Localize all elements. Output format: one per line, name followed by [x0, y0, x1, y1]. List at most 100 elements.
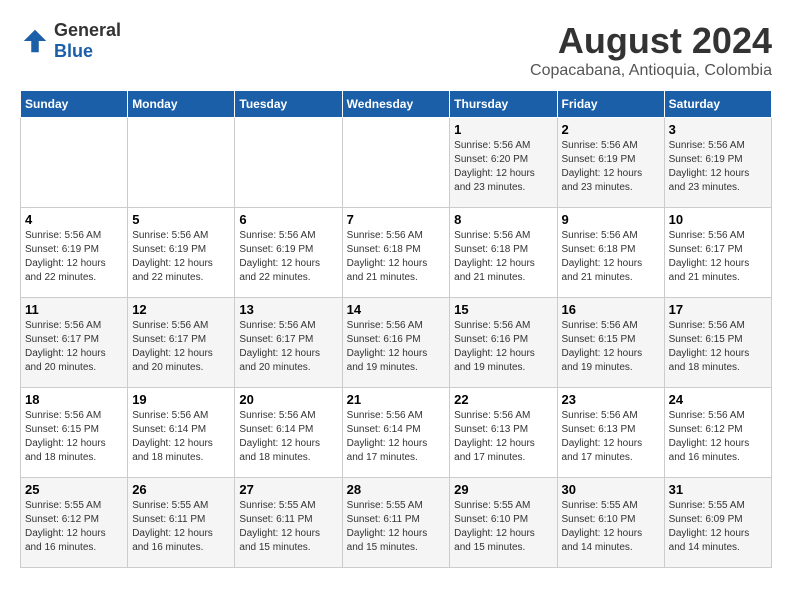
- day-number: 12: [132, 302, 230, 317]
- day-info: Sunrise: 5:56 AM Sunset: 6:18 PM Dayligh…: [347, 229, 446, 285]
- day-number: 2: [562, 122, 660, 137]
- day-info: Sunrise: 5:56 AM Sunset: 6:17 PM Dayligh…: [239, 319, 337, 375]
- calendar-cell: 1 Sunrise: 5:56 AM Sunset: 6:20 PM Daylig…: [450, 118, 557, 208]
- calendar-cell: 21 Sunrise: 5:56 AM Sunset: 6:14 PM Dayli…: [342, 388, 450, 478]
- day-header-thursday: Thursday: [450, 91, 557, 118]
- calendar-cell: 9Sunrise: 5:56 AM Sunset: 6:18 PM Daylig…: [557, 208, 664, 298]
- day-info: Sunrise: 5:56 AM Sunset: 6:14 PM Dayligh…: [132, 409, 230, 465]
- header-row: SundayMondayTuesdayWednesdayThursdayFrid…: [21, 91, 772, 118]
- calendar-cell: 30 Sunrise: 5:55 AM Sunset: 6:10 PM Dayli…: [557, 478, 664, 568]
- day-header-monday: Monday: [128, 91, 235, 118]
- week-row: 1 Sunrise: 5:56 AM Sunset: 6:20 PM Daylig…: [21, 118, 772, 208]
- day-number: 1: [454, 122, 552, 137]
- day-info: Sunrise: 5:55 AM Sunset: 6:11 PM Dayligh…: [239, 499, 337, 555]
- logo-icon: [20, 26, 50, 56]
- day-number: 30: [562, 482, 660, 497]
- calendar-cell: [235, 118, 342, 208]
- day-number: 4: [25, 212, 123, 227]
- header: General Blue August 2024 Copacabana, Ant…: [20, 20, 772, 80]
- calendar-cell: 16Sunrise: 5:56 AM Sunset: 6:15 PM Dayli…: [557, 298, 664, 388]
- calendar-cell: 7 Sunrise: 5:56 AM Sunset: 6:18 PM Daylig…: [342, 208, 450, 298]
- week-row: 4 Sunrise: 5:56 AM Sunset: 6:19 PM Daylig…: [21, 208, 772, 298]
- day-info: Sunrise: 5:55 AM Sunset: 6:10 PM Dayligh…: [562, 499, 660, 555]
- calendar-cell: 17 Sunrise: 5:56 AM Sunset: 6:15 PM Dayli…: [664, 298, 771, 388]
- calendar-cell: 3 Sunrise: 5:56 AM Sunset: 6:19 PM Daylig…: [664, 118, 771, 208]
- day-header-friday: Friday: [557, 91, 664, 118]
- day-number: 25: [25, 482, 123, 497]
- day-info: Sunrise: 5:55 AM Sunset: 6:09 PM Dayligh…: [669, 499, 767, 555]
- day-header-wednesday: Wednesday: [342, 91, 450, 118]
- calendar-cell: 8 Sunrise: 5:56 AM Sunset: 6:18 PM Daylig…: [450, 208, 557, 298]
- day-number: 24: [669, 392, 767, 407]
- day-info: Sunrise: 5:56 AM Sunset: 6:20 PM Dayligh…: [454, 139, 552, 195]
- day-info: Sunrise: 5:56 AM Sunset: 6:19 PM Dayligh…: [562, 139, 660, 195]
- calendar-header: SundayMondayTuesdayWednesdayThursdayFrid…: [21, 91, 772, 118]
- subtitle: Copacabana, Antioquia, Colombia: [530, 62, 772, 80]
- calendar-cell: 11 Sunrise: 5:56 AM Sunset: 6:17 PM Dayli…: [21, 298, 128, 388]
- day-info: Sunrise: 5:56 AM Sunset: 6:17 PM Dayligh…: [669, 229, 767, 285]
- day-info: Sunrise: 5:55 AM Sunset: 6:11 PM Dayligh…: [347, 499, 446, 555]
- day-number: 28: [347, 482, 446, 497]
- day-info: Sunrise: 5:56 AM Sunset: 6:15 PM Dayligh…: [562, 319, 660, 375]
- day-info: Sunrise: 5:56 AM Sunset: 6:18 PM Dayligh…: [562, 229, 660, 285]
- calendar-cell: 14 Sunrise: 5:56 AM Sunset: 6:16 PM Dayli…: [342, 298, 450, 388]
- calendar-cell: 2 Sunrise: 5:56 AM Sunset: 6:19 PM Daylig…: [557, 118, 664, 208]
- day-number: 19: [132, 392, 230, 407]
- calendar-cell: 19 Sunrise: 5:56 AM Sunset: 6:14 PM Dayli…: [128, 388, 235, 478]
- day-number: 27: [239, 482, 337, 497]
- main-title: August 2024: [530, 20, 772, 62]
- day-info: Sunrise: 5:56 AM Sunset: 6:19 PM Dayligh…: [669, 139, 767, 195]
- calendar-cell: [128, 118, 235, 208]
- calendar-cell: 6Sunrise: 5:56 AM Sunset: 6:19 PM Daylig…: [235, 208, 342, 298]
- day-info: Sunrise: 5:56 AM Sunset: 6:14 PM Dayligh…: [347, 409, 446, 465]
- day-number: 14: [347, 302, 446, 317]
- calendar-cell: 13 Sunrise: 5:56 AM Sunset: 6:17 PM Dayli…: [235, 298, 342, 388]
- day-header-saturday: Saturday: [664, 91, 771, 118]
- day-number: 10: [669, 212, 767, 227]
- day-info: Sunrise: 5:56 AM Sunset: 6:19 PM Dayligh…: [239, 229, 337, 285]
- calendar-cell: 27 Sunrise: 5:55 AM Sunset: 6:11 PM Dayli…: [235, 478, 342, 568]
- day-number: 15: [454, 302, 552, 317]
- day-number: 29: [454, 482, 552, 497]
- day-info: Sunrise: 5:55 AM Sunset: 6:12 PM Dayligh…: [25, 499, 123, 555]
- day-info: Sunrise: 5:56 AM Sunset: 6:18 PM Dayligh…: [454, 229, 552, 285]
- day-number: 11: [25, 302, 123, 317]
- day-info: Sunrise: 5:56 AM Sunset: 6:13 PM Dayligh…: [454, 409, 552, 465]
- day-number: 17: [669, 302, 767, 317]
- calendar-cell: 26Sunrise: 5:55 AM Sunset: 6:11 PM Dayli…: [128, 478, 235, 568]
- day-info: Sunrise: 5:56 AM Sunset: 6:17 PM Dayligh…: [132, 319, 230, 375]
- day-number: 18: [25, 392, 123, 407]
- calendar-cell: 24Sunrise: 5:56 AM Sunset: 6:12 PM Dayli…: [664, 388, 771, 478]
- logo-blue: Blue: [54, 41, 93, 61]
- day-number: 20: [239, 392, 337, 407]
- day-info: Sunrise: 5:56 AM Sunset: 6:19 PM Dayligh…: [25, 229, 123, 285]
- day-info: Sunrise: 5:56 AM Sunset: 6:15 PM Dayligh…: [25, 409, 123, 465]
- calendar-cell: 10 Sunrise: 5:56 AM Sunset: 6:17 PM Dayli…: [664, 208, 771, 298]
- calendar-cell: 31Sunrise: 5:55 AM Sunset: 6:09 PM Dayli…: [664, 478, 771, 568]
- day-number: 8: [454, 212, 552, 227]
- calendar-table: SundayMondayTuesdayWednesdayThursdayFrid…: [20, 90, 772, 568]
- logo: General Blue: [20, 20, 121, 62]
- day-header-tuesday: Tuesday: [235, 91, 342, 118]
- calendar-cell: 12 Sunrise: 5:56 AM Sunset: 6:17 PM Dayli…: [128, 298, 235, 388]
- calendar-cell: 20 Sunrise: 5:56 AM Sunset: 6:14 PM Dayli…: [235, 388, 342, 478]
- title-block: August 2024 Copacabana, Antioquia, Colom…: [530, 20, 772, 80]
- day-number: 5: [132, 212, 230, 227]
- day-info: Sunrise: 5:56 AM Sunset: 6:16 PM Dayligh…: [347, 319, 446, 375]
- day-info: Sunrise: 5:56 AM Sunset: 6:13 PM Dayligh…: [562, 409, 660, 465]
- calendar-cell: 23Sunrise: 5:56 AM Sunset: 6:13 PM Dayli…: [557, 388, 664, 478]
- day-number: 3: [669, 122, 767, 137]
- day-info: Sunrise: 5:56 AM Sunset: 6:14 PM Dayligh…: [239, 409, 337, 465]
- week-row: 25 Sunrise: 5:55 AM Sunset: 6:12 PM Dayli…: [21, 478, 772, 568]
- day-info: Sunrise: 5:56 AM Sunset: 6:15 PM Dayligh…: [669, 319, 767, 375]
- day-number: 13: [239, 302, 337, 317]
- logo-general: General: [54, 20, 121, 40]
- day-number: 21: [347, 392, 446, 407]
- calendar-cell: 28 Sunrise: 5:55 AM Sunset: 6:11 PM Dayli…: [342, 478, 450, 568]
- calendar-cell: 15Sunrise: 5:56 AM Sunset: 6:16 PM Dayli…: [450, 298, 557, 388]
- day-number: 7: [347, 212, 446, 227]
- calendar-cell: 5Sunrise: 5:56 AM Sunset: 6:19 PM Daylig…: [128, 208, 235, 298]
- day-number: 22: [454, 392, 552, 407]
- calendar-cell: 29Sunrise: 5:55 AM Sunset: 6:10 PM Dayli…: [450, 478, 557, 568]
- day-info: Sunrise: 5:56 AM Sunset: 6:17 PM Dayligh…: [25, 319, 123, 375]
